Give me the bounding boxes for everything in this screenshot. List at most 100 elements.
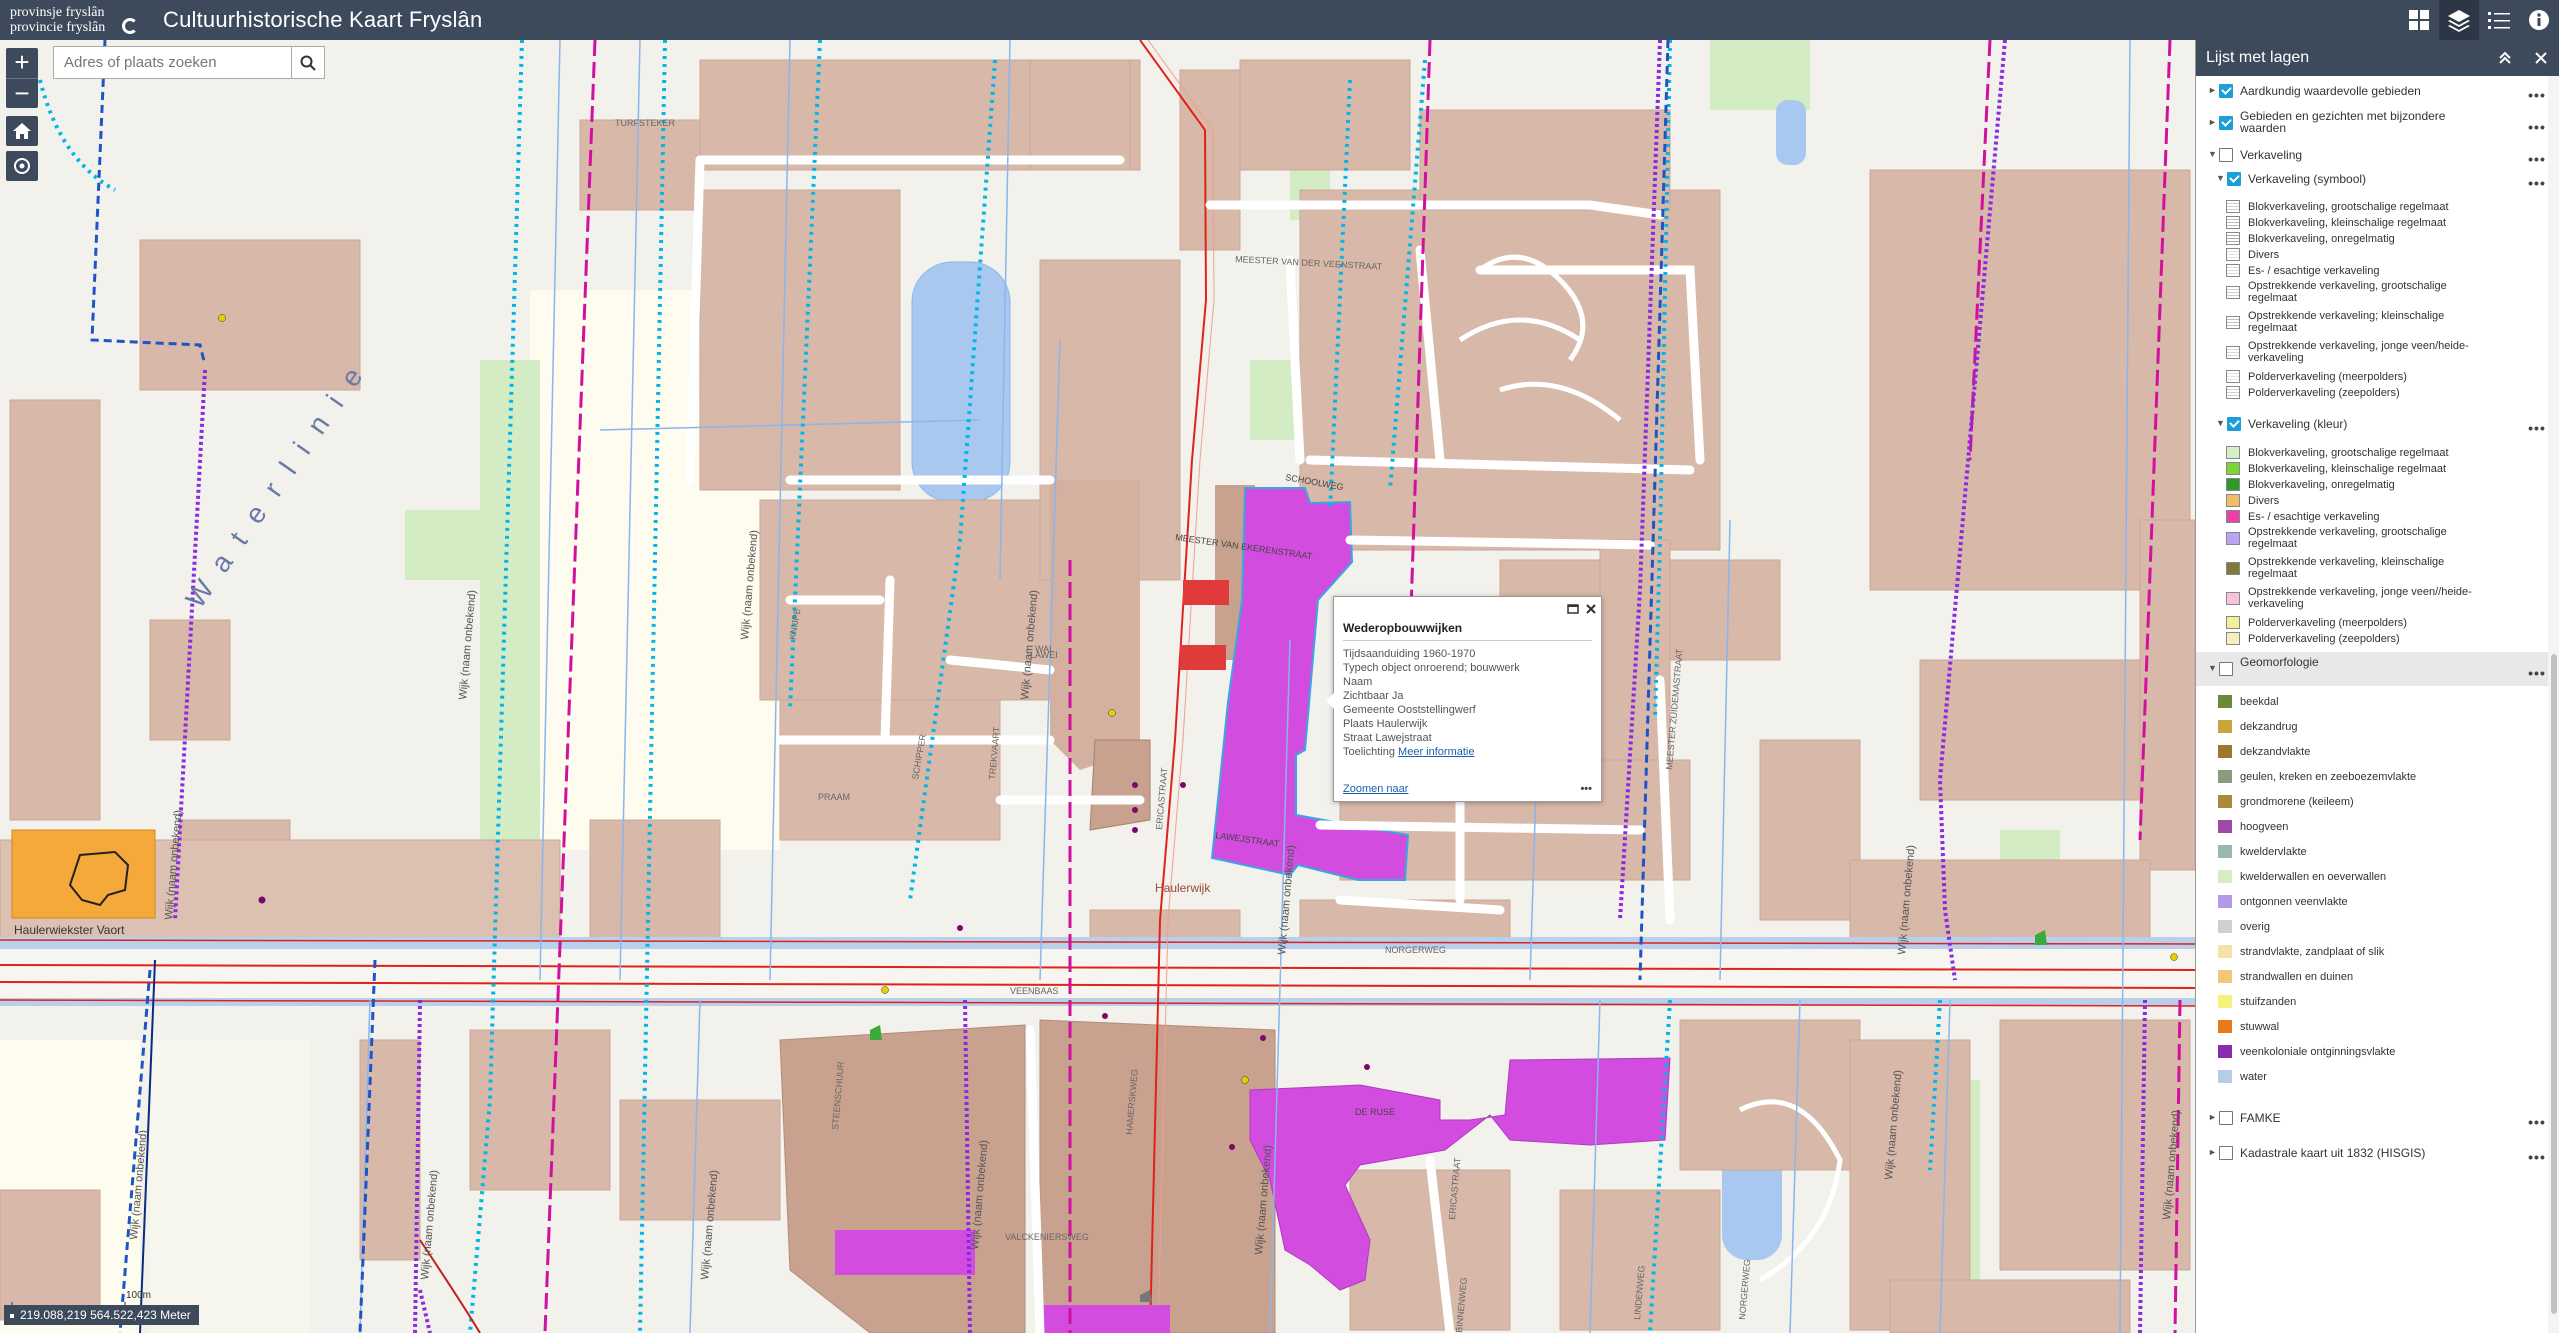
legend-swatch	[2226, 386, 2240, 399]
popup-field: Typech object onroerend; bouwwerk	[1343, 662, 1520, 674]
legend-swatch	[2218, 920, 2232, 933]
layer-label: stuifzanden	[2240, 996, 2297, 1008]
layer-label: Opstrekkende verkaveling, grootschalige …	[2248, 526, 2447, 550]
legend-swatch	[2218, 970, 2232, 983]
maximize-icon[interactable]	[1567, 603, 1579, 615]
expand-caret-icon[interactable]: ▼	[2208, 149, 2217, 159]
layer-visibility-checkbox[interactable]	[2219, 1146, 2233, 1160]
legend-item: kweldervlakte	[2196, 843, 2548, 861]
layer-group-row[interactable]: ► ••• FAMKE	[2196, 1105, 2548, 1131]
legend-swatch	[2218, 870, 2232, 883]
basemap-gallery-icon	[2409, 10, 2429, 30]
search-input[interactable]	[54, 47, 291, 78]
expand-caret-icon[interactable]: ▼	[2208, 663, 2217, 673]
popup-more-button[interactable]: •••	[1580, 783, 1592, 795]
legend-list-icon	[2488, 12, 2510, 29]
layer-label: dekzandvlakte	[2240, 746, 2311, 758]
popup-title: Wederopbouwwijken	[1343, 621, 1592, 641]
layer-label: hoogveen	[2240, 821, 2289, 833]
logo-swirl-icon	[122, 18, 138, 34]
layer-label: Polderverkaveling (zeepolders)	[2248, 633, 2400, 645]
expand-caret-icon[interactable]: ►	[2208, 85, 2217, 95]
expand-caret-icon[interactable]: ▼	[2216, 418, 2225, 428]
layer-options-button[interactable]: •••	[2526, 1114, 2548, 1130]
layer-label: Blokverkaveling, grootschalige regelmaat	[2248, 201, 2449, 213]
layer-group-row[interactable]: ▼ ••• Verkaveling (kleur)	[2196, 411, 2548, 437]
close-icon[interactable]	[1585, 603, 1597, 615]
scrollbar-thumb[interactable]	[2551, 654, 2557, 1314]
legend-swatch	[2226, 316, 2240, 329]
layer-options-button[interactable]: •••	[2526, 119, 2548, 135]
popup-field: Plaats Haulerwijk	[1343, 718, 1428, 730]
about-button[interactable]	[2519, 0, 2559, 40]
legend-swatch	[2218, 820, 2232, 833]
zoom-to-link[interactable]: Zoomen naar	[1343, 783, 1408, 795]
more-info-link[interactable]: Meer informatie	[1398, 746, 1474, 758]
layer-options-button[interactable]: •••	[2526, 87, 2548, 103]
zoom-in-button[interactable]: +	[6, 48, 38, 78]
layer-visibility-checkbox[interactable]	[2227, 172, 2241, 186]
feature-popup: Wederopbouwwijken Tijdsaanduiding 1960-1…	[1326, 596, 1602, 802]
close-panel-button[interactable]	[2523, 40, 2559, 76]
legend-item: Es- / esachtige verkaveling	[2196, 508, 2548, 526]
legend-swatch	[2218, 795, 2232, 808]
street-label: VALCKENIERSWEG	[1005, 1232, 1089, 1242]
map-view[interactable]: Waterlinie Haulerwiekster Vaort Haulerwi…	[0, 40, 2195, 1333]
collapse-panel-button[interactable]	[2487, 40, 2523, 76]
layer-options-button[interactable]: •••	[2526, 175, 2548, 191]
layer-group-row[interactable]: ▼ ••• Geomorfologie	[2196, 652, 2548, 686]
expand-caret-icon[interactable]: ►	[2208, 1112, 2217, 1122]
layer-list-scrollbar[interactable]	[2548, 76, 2559, 1333]
popup-field: Straat Lawejstraat	[1343, 732, 1432, 744]
layer-options-button[interactable]: •••	[2526, 1149, 2548, 1165]
layers-button[interactable]	[2439, 0, 2479, 40]
layer-label: ontgonnen veenvlakte	[2240, 896, 2348, 908]
layer-group-row[interactable]: ▼ ••• Verkaveling (symbool)	[2196, 166, 2548, 192]
basemap-gallery-button[interactable]	[2399, 0, 2439, 40]
layer-label: beekdal	[2240, 696, 2279, 708]
legend-item: dekzandvlakte	[2196, 743, 2548, 761]
search-button[interactable]	[291, 47, 324, 78]
layer-visibility-checkbox[interactable]	[2219, 148, 2233, 162]
expand-caret-icon[interactable]: ►	[2208, 1147, 2217, 1157]
layer-label: Opstrekkende verkaveling, grootschalige …	[2248, 280, 2447, 304]
layer-options-button[interactable]: •••	[2526, 665, 2548, 681]
legend-button[interactable]	[2479, 0, 2519, 40]
layer-options-button[interactable]: •••	[2526, 151, 2548, 167]
coordinate-toggle-icon[interactable]	[10, 1313, 14, 1318]
expand-caret-icon[interactable]: ►	[2208, 117, 2217, 127]
layer-label: water	[2240, 1071, 2267, 1083]
home-button[interactable]	[6, 116, 38, 146]
layer-label: Polderverkaveling (meerpolders)	[2248, 617, 2407, 629]
popup-field: Zichtbaar Ja	[1343, 690, 1404, 702]
legend-item: Opstrekkende verkaveling, jonge veen/hei…	[2196, 339, 2548, 367]
locate-button[interactable]	[6, 151, 38, 181]
layer-visibility-checkbox[interactable]	[2227, 417, 2241, 431]
layer-group-row[interactable]: ▼ ••• Verkaveling	[2196, 142, 2548, 168]
layer-visibility-checkbox[interactable]	[2219, 1111, 2233, 1125]
layer-group-row[interactable]: ► ••• Aardkundig waardevolle gebieden	[2196, 78, 2548, 104]
info-icon	[2529, 10, 2549, 30]
legend-swatch	[2218, 720, 2232, 733]
legend-swatch	[2226, 446, 2240, 459]
layer-visibility-checkbox[interactable]	[2219, 116, 2233, 130]
legend-item: ontgonnen veenvlakte	[2196, 893, 2548, 911]
app-header: provinsje fryslân provincie fryslân Cult…	[0, 0, 2559, 40]
legend-swatch	[2218, 945, 2232, 958]
layer-group-row[interactable]: ► ••• Kadastrale kaart uit 1832 (HISGIS)	[2196, 1140, 2548, 1166]
map-canvas[interactable]: Waterlinie Haulerwiekster Vaort Haulerwi…	[0, 40, 2195, 1333]
legend-swatch	[2226, 562, 2240, 575]
legend-item: overig	[2196, 918, 2548, 936]
street-label: VEENBAAS	[1010, 986, 1059, 996]
layer-group-row[interactable]: ► ••• Gebieden en gezichten met bijzondere…	[2196, 106, 2548, 140]
expand-caret-icon[interactable]: ▼	[2216, 173, 2225, 183]
layer-visibility-checkbox[interactable]	[2219, 84, 2233, 98]
layer-label: strandvlakte, zandplaat of slik	[2240, 946, 2385, 958]
legend-swatch	[2218, 1045, 2232, 1058]
legend-swatch	[2226, 494, 2240, 507]
layer-options-button[interactable]: •••	[2526, 420, 2548, 436]
legend-item: strandwallen en duinen	[2196, 968, 2548, 986]
legend-swatch	[2226, 462, 2240, 475]
layer-visibility-checkbox[interactable]	[2219, 662, 2233, 676]
zoom-out-button[interactable]: −	[6, 78, 38, 108]
